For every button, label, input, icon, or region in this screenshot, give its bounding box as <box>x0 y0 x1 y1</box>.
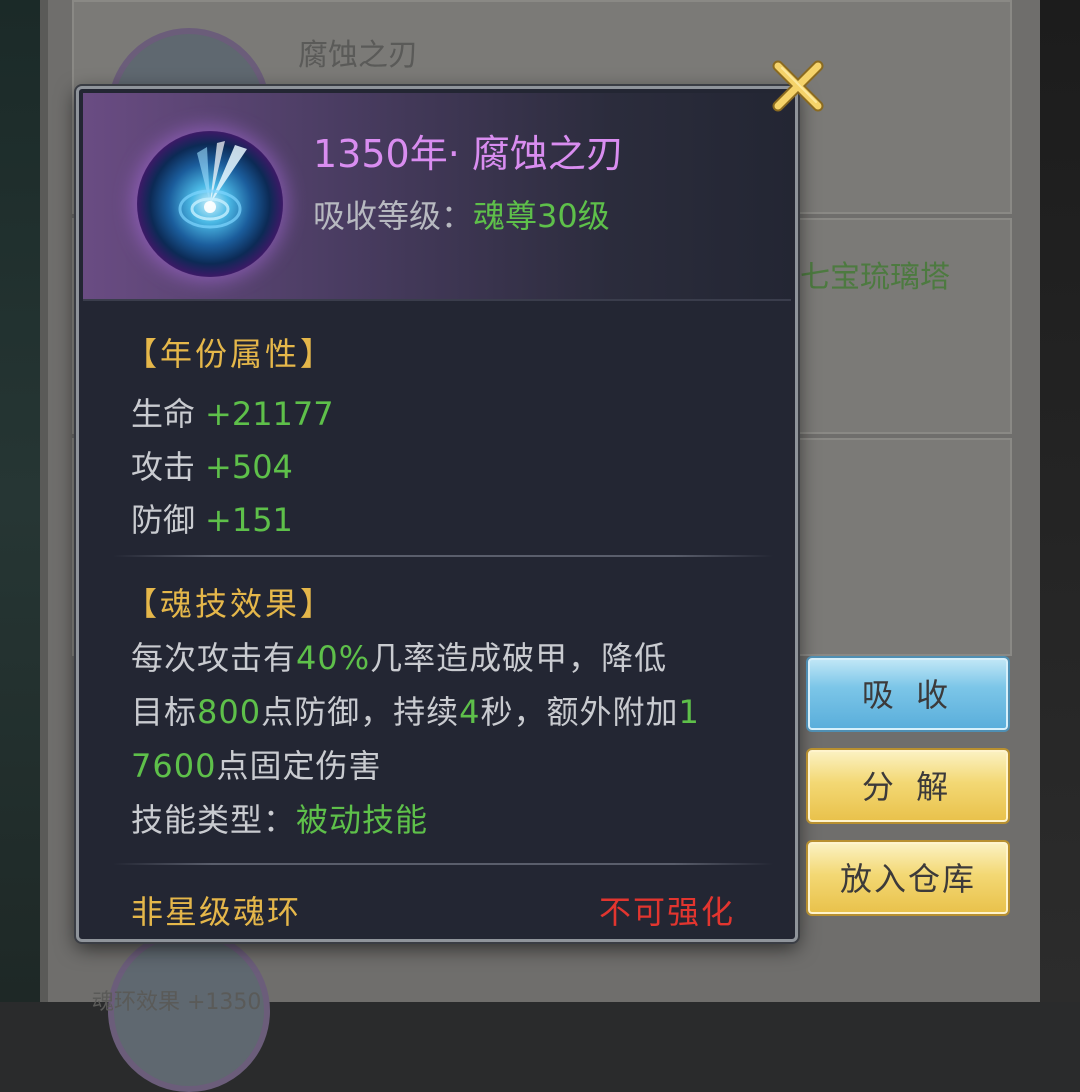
desc-highlight: 7600 <box>131 747 217 785</box>
put-in-warehouse-button[interactable]: 放入仓库 <box>808 842 1008 914</box>
cannot-enhance-label: 不可强化 <box>599 893 736 931</box>
absorb-level-row: 吸收等级：魂尊30级 <box>313 191 610 237</box>
desc-text: 每次攻击有 <box>131 639 297 677</box>
background-bottom-text: 魂环效果 +1350 <box>92 990 262 1015</box>
stat-name: 生命 <box>131 395 196 433</box>
desc-text: 点固定伤害 <box>216 747 382 785</box>
skill-type-label: 技能类型： <box>131 801 297 839</box>
skill-type-value: 被动技能 <box>296 801 429 839</box>
close-icon[interactable] <box>770 58 826 114</box>
corrosion-blade-skill-icon <box>137 131 283 277</box>
desc-highlight: 4 <box>459 693 481 731</box>
non-star-ring-label: 非星级魂环 <box>131 893 302 931</box>
background-left-edge <box>0 0 40 1002</box>
desc-text: 目标 <box>131 693 198 731</box>
skill-type-row: 技能类型：被动技能 <box>131 795 428 841</box>
skill-effect-title: 【魂技效果】 <box>125 585 336 623</box>
desc-text: 点防御，持续 <box>261 693 460 731</box>
year-attributes-title: 【年份属性】 <box>125 335 336 373</box>
stat-name: 防御 <box>131 501 196 539</box>
absorb-button[interactable]: 吸 收 <box>808 658 1008 730</box>
desc-highlight: 40% <box>296 639 371 677</box>
absorb-level-value: 魂尊30级 <box>473 197 610 235</box>
stat-name: 攻击 <box>131 448 196 486</box>
desc-text: 秒，额外附加 <box>480 693 679 731</box>
stat-row-defense: 防御 +151 <box>131 495 293 541</box>
desc-highlight: 1 <box>678 693 700 731</box>
skill-description-line: 目标800点防御，持续4秒，额外附加1 <box>131 687 700 733</box>
stat-value: +504 <box>205 448 293 486</box>
skill-description-line: 7600点固定伤害 <box>131 741 381 787</box>
soul-ring-title: 1350年· 腐蚀之刃 <box>313 132 624 176</box>
section-divider <box>113 555 773 557</box>
desc-text: 几率造成破甲，降低 <box>370 639 668 677</box>
skill-description-line: 每次攻击有40%几率造成破甲，降低 <box>131 633 667 679</box>
stat-value: +21177 <box>205 395 334 433</box>
background-card-title: 腐蚀之刃 <box>298 38 418 73</box>
popup-header: 1350年· 腐蚀之刃 吸收等级：魂尊30级 <box>83 93 791 301</box>
stat-row-attack: 攻击 +504 <box>131 442 293 488</box>
stat-row-hp: 生命 +21177 <box>131 389 334 435</box>
background-right-edge <box>1040 0 1080 1002</box>
section-divider <box>113 863 773 865</box>
soul-ring-detail-popup: 1350年· 腐蚀之刃 吸收等级：魂尊30级 【年份属性】 生命 +21177 攻… <box>76 86 798 942</box>
background-card-green-text: 七宝琉璃塔 <box>800 260 950 295</box>
decompose-button[interactable]: 分 解 <box>808 750 1008 822</box>
desc-highlight: 800 <box>197 693 262 731</box>
stat-value: +151 <box>205 501 293 539</box>
absorb-level-label: 吸收等级： <box>313 197 474 235</box>
